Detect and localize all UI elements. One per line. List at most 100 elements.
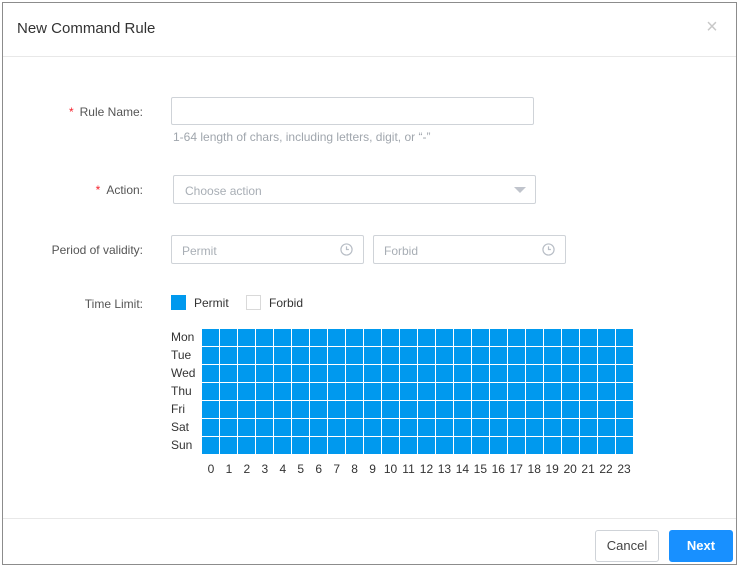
time-cell[interactable] — [454, 383, 471, 400]
time-cell[interactable] — [436, 437, 453, 454]
close-icon[interactable]: × — [702, 17, 722, 37]
time-cell[interactable] — [400, 347, 417, 364]
time-cell[interactable] — [382, 437, 399, 454]
time-limit-grid[interactable] — [202, 329, 633, 454]
time-cell[interactable] — [238, 347, 255, 364]
time-cell[interactable] — [526, 437, 543, 454]
time-cell[interactable] — [220, 383, 237, 400]
time-cell[interactable] — [220, 437, 237, 454]
time-cell[interactable] — [544, 383, 561, 400]
time-cell[interactable] — [328, 383, 345, 400]
time-cell[interactable] — [490, 365, 507, 382]
time-cell[interactable] — [598, 347, 615, 364]
time-cell[interactable] — [310, 347, 327, 364]
time-cell[interactable] — [490, 347, 507, 364]
time-cell[interactable] — [418, 383, 435, 400]
time-cell[interactable] — [400, 437, 417, 454]
time-cell[interactable] — [202, 419, 219, 436]
time-cell[interactable] — [292, 401, 309, 418]
time-cell[interactable] — [292, 383, 309, 400]
time-cell[interactable] — [256, 437, 273, 454]
time-cell[interactable] — [508, 347, 525, 364]
time-cell[interactable] — [220, 329, 237, 346]
time-cell[interactable] — [562, 365, 579, 382]
time-cell[interactable] — [328, 329, 345, 346]
time-cell[interactable] — [598, 419, 615, 436]
time-cell[interactable] — [328, 419, 345, 436]
time-cell[interactable] — [256, 419, 273, 436]
time-cell[interactable] — [292, 437, 309, 454]
time-cell[interactable] — [490, 401, 507, 418]
time-cell[interactable] — [400, 401, 417, 418]
time-cell[interactable] — [526, 347, 543, 364]
time-cell[interactable] — [310, 329, 327, 346]
time-cell[interactable] — [346, 383, 363, 400]
time-cell[interactable] — [508, 437, 525, 454]
time-cell[interactable] — [364, 329, 381, 346]
time-cell[interactable] — [310, 437, 327, 454]
time-cell[interactable] — [418, 419, 435, 436]
time-cell[interactable] — [616, 401, 633, 418]
time-cell[interactable] — [544, 347, 561, 364]
time-cell[interactable] — [202, 365, 219, 382]
time-cell[interactable] — [328, 437, 345, 454]
time-cell[interactable] — [526, 419, 543, 436]
time-cell[interactable] — [454, 347, 471, 364]
time-cell[interactable] — [364, 419, 381, 436]
time-cell[interactable] — [418, 401, 435, 418]
time-cell[interactable] — [274, 437, 291, 454]
time-cell[interactable] — [490, 437, 507, 454]
time-cell[interactable] — [382, 401, 399, 418]
time-cell[interactable] — [418, 347, 435, 364]
time-cell[interactable] — [238, 401, 255, 418]
time-cell[interactable] — [472, 401, 489, 418]
time-cell[interactable] — [418, 365, 435, 382]
time-cell[interactable] — [328, 347, 345, 364]
time-cell[interactable] — [274, 419, 291, 436]
time-cell[interactable] — [346, 329, 363, 346]
time-cell[interactable] — [436, 419, 453, 436]
time-cell[interactable] — [454, 437, 471, 454]
time-cell[interactable] — [508, 329, 525, 346]
time-cell[interactable] — [346, 365, 363, 382]
time-cell[interactable] — [202, 329, 219, 346]
time-cell[interactable] — [580, 437, 597, 454]
time-cell[interactable] — [256, 383, 273, 400]
time-cell[interactable] — [472, 347, 489, 364]
time-cell[interactable] — [472, 419, 489, 436]
time-cell[interactable] — [526, 401, 543, 418]
time-cell[interactable] — [472, 365, 489, 382]
time-cell[interactable] — [526, 365, 543, 382]
time-cell[interactable] — [310, 383, 327, 400]
time-cell[interactable] — [490, 383, 507, 400]
time-cell[interactable] — [292, 365, 309, 382]
time-cell[interactable] — [220, 365, 237, 382]
time-cell[interactable] — [616, 347, 633, 364]
time-cell[interactable] — [364, 401, 381, 418]
time-cell[interactable] — [544, 401, 561, 418]
time-cell[interactable] — [562, 347, 579, 364]
validity-forbid-datepicker[interactable]: Forbid — [373, 235, 566, 264]
time-cell[interactable] — [544, 329, 561, 346]
time-cell[interactable] — [346, 401, 363, 418]
time-cell[interactable] — [202, 383, 219, 400]
time-cell[interactable] — [436, 383, 453, 400]
time-cell[interactable] — [436, 401, 453, 418]
time-cell[interactable] — [562, 401, 579, 418]
time-cell[interactable] — [562, 383, 579, 400]
validity-permit-datepicker[interactable]: Permit — [171, 235, 364, 264]
time-cell[interactable] — [328, 401, 345, 418]
time-cell[interactable] — [580, 365, 597, 382]
time-cell[interactable] — [454, 329, 471, 346]
time-cell[interactable] — [382, 365, 399, 382]
time-cell[interactable] — [598, 437, 615, 454]
time-cell[interactable] — [274, 383, 291, 400]
time-cell[interactable] — [238, 437, 255, 454]
time-cell[interactable] — [472, 383, 489, 400]
time-cell[interactable] — [562, 329, 579, 346]
time-cell[interactable] — [256, 347, 273, 364]
time-cell[interactable] — [382, 419, 399, 436]
time-cell[interactable] — [580, 347, 597, 364]
time-cell[interactable] — [436, 365, 453, 382]
rule-name-input[interactable] — [171, 97, 534, 125]
